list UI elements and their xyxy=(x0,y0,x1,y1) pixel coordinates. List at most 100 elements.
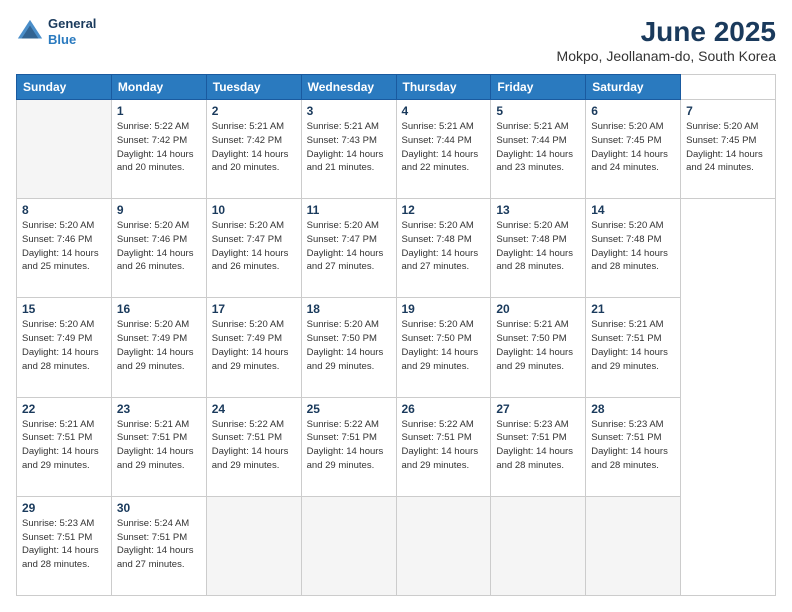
day-number: 9 xyxy=(117,203,201,217)
calendar-week-1: 1Sunrise: 5:22 AMSunset: 7:42 PMDaylight… xyxy=(17,100,776,199)
logo: General Blue xyxy=(16,16,96,47)
calendar-header-tuesday: Tuesday xyxy=(206,75,301,100)
day-number: 13 xyxy=(496,203,580,217)
calendar-cell: 6 Sunrise: 5:20 AMSunset: 7:45 PMDaylight… xyxy=(586,100,681,199)
calendar-cell: 19 Sunrise: 5:20 AMSunset: 7:50 PMDayligh… xyxy=(396,298,491,397)
calendar-cell: 26 Sunrise: 5:22 AMSunset: 7:51 PMDayligh… xyxy=(396,397,491,496)
calendar-cell: 16Sunrise: 5:20 AMSunset: 7:49 PMDayligh… xyxy=(111,298,206,397)
calendar-cell: 11 Sunrise: 5:20 AMSunset: 7:47 PMDayligh… xyxy=(301,199,396,298)
header: General Blue June 2025 Mokpo, Jeollanam-… xyxy=(16,16,776,64)
day-info: Sunrise: 5:20 AMSunset: 7:47 PMDaylight:… xyxy=(307,219,391,274)
day-number: 17 xyxy=(212,302,296,316)
subtitle: Mokpo, Jeollanam-do, South Korea xyxy=(557,48,776,64)
day-info: Sunrise: 5:21 AMSunset: 7:44 PMDaylight:… xyxy=(402,120,486,175)
day-number: 21 xyxy=(591,302,675,316)
calendar-cell: 28Sunrise: 5:23 AMSunset: 7:51 PMDayligh… xyxy=(586,397,681,496)
day-number: 30 xyxy=(117,501,201,515)
day-info: Sunrise: 5:22 AMSunset: 7:51 PMDaylight:… xyxy=(307,418,391,473)
day-number: 11 xyxy=(307,203,391,217)
day-number: 1 xyxy=(117,104,201,118)
day-number: 10 xyxy=(212,203,296,217)
day-number: 7 xyxy=(686,104,770,118)
day-info: Sunrise: 5:22 AMSunset: 7:51 PMDaylight:… xyxy=(402,418,486,473)
day-info: Sunrise: 5:20 AMSunset: 7:45 PMDaylight:… xyxy=(686,120,770,175)
calendar-header-friday: Friday xyxy=(491,75,586,100)
logo-icon xyxy=(16,18,44,46)
day-info: Sunrise: 5:20 AMSunset: 7:49 PMDaylight:… xyxy=(22,318,106,373)
calendar-cell: 24 Sunrise: 5:22 AMSunset: 7:51 PMDayligh… xyxy=(206,397,301,496)
calendar-week-5: 29 Sunrise: 5:23 AMSunset: 7:51 PMDayligh… xyxy=(17,496,776,595)
calendar-cell: 15 Sunrise: 5:20 AMSunset: 7:49 PMDayligh… xyxy=(17,298,112,397)
calendar-cell: 23Sunrise: 5:21 AMSunset: 7:51 PMDayligh… xyxy=(111,397,206,496)
day-number: 8 xyxy=(22,203,106,217)
calendar-cell: 25Sunrise: 5:22 AMSunset: 7:51 PMDayligh… xyxy=(301,397,396,496)
day-number: 20 xyxy=(496,302,580,316)
day-info: Sunrise: 5:21 AMSunset: 7:51 PMDaylight:… xyxy=(22,418,106,473)
day-number: 12 xyxy=(402,203,486,217)
day-info: Sunrise: 5:21 AMSunset: 7:42 PMDaylight:… xyxy=(212,120,296,175)
calendar-header-monday: Monday xyxy=(111,75,206,100)
calendar-header-sunday: Sunday xyxy=(17,75,112,100)
calendar-cell: 29 Sunrise: 5:23 AMSunset: 7:51 PMDayligh… xyxy=(17,496,112,595)
calendar-cell: 9 Sunrise: 5:20 AMSunset: 7:46 PMDaylight… xyxy=(111,199,206,298)
day-number: 28 xyxy=(591,402,675,416)
calendar-cell: 5Sunrise: 5:21 AMSunset: 7:44 PMDaylight… xyxy=(491,100,586,199)
day-number: 19 xyxy=(402,302,486,316)
calendar-week-3: 15 Sunrise: 5:20 AMSunset: 7:49 PMDayligh… xyxy=(17,298,776,397)
calendar-cell: 27Sunrise: 5:23 AMSunset: 7:51 PMDayligh… xyxy=(491,397,586,496)
day-info: Sunrise: 5:20 AMSunset: 7:46 PMDaylight:… xyxy=(117,219,201,274)
day-info: Sunrise: 5:21 AMSunset: 7:51 PMDaylight:… xyxy=(591,318,675,373)
day-info: Sunrise: 5:20 AMSunset: 7:50 PMDaylight:… xyxy=(307,318,391,373)
calendar-table: SundayMondayTuesdayWednesdayThursdayFrid… xyxy=(16,74,776,596)
calendar-cell: 4 Sunrise: 5:21 AMSunset: 7:44 PMDaylight… xyxy=(396,100,491,199)
calendar-cell: 21 Sunrise: 5:21 AMSunset: 7:51 PMDayligh… xyxy=(586,298,681,397)
day-number: 22 xyxy=(22,402,106,416)
calendar-cell: 12 Sunrise: 5:20 AMSunset: 7:48 PMDayligh… xyxy=(396,199,491,298)
calendar-cell: 7 Sunrise: 5:20 AMSunset: 7:45 PMDaylight… xyxy=(681,100,776,199)
calendar-cell xyxy=(491,496,586,595)
day-info: Sunrise: 5:21 AMSunset: 7:51 PMDaylight:… xyxy=(117,418,201,473)
calendar-cell xyxy=(586,496,681,595)
day-info: Sunrise: 5:20 AMSunset: 7:48 PMDaylight:… xyxy=(591,219,675,274)
day-info: Sunrise: 5:20 AMSunset: 7:48 PMDaylight:… xyxy=(496,219,580,274)
calendar-cell xyxy=(17,100,112,199)
day-info: Sunrise: 5:21 AMSunset: 7:50 PMDaylight:… xyxy=(496,318,580,373)
day-number: 18 xyxy=(307,302,391,316)
day-info: Sunrise: 5:20 AMSunset: 7:49 PMDaylight:… xyxy=(212,318,296,373)
day-number: 6 xyxy=(591,104,675,118)
day-number: 16 xyxy=(117,302,201,316)
day-number: 15 xyxy=(22,302,106,316)
day-number: 4 xyxy=(402,104,486,118)
calendar-week-4: 22 Sunrise: 5:21 AMSunset: 7:51 PMDayligh… xyxy=(17,397,776,496)
day-info: Sunrise: 5:21 AMSunset: 7:43 PMDaylight:… xyxy=(307,120,391,175)
day-info: Sunrise: 5:23 AMSunset: 7:51 PMDaylight:… xyxy=(496,418,580,473)
calendar-cell: 1Sunrise: 5:22 AMSunset: 7:42 PMDaylight… xyxy=(111,100,206,199)
day-number: 29 xyxy=(22,501,106,515)
day-info: Sunrise: 5:20 AMSunset: 7:46 PMDaylight:… xyxy=(22,219,106,274)
calendar-cell: 14 Sunrise: 5:20 AMSunset: 7:48 PMDayligh… xyxy=(586,199,681,298)
calendar-cell: 30 Sunrise: 5:24 AMSunset: 7:51 PMDayligh… xyxy=(111,496,206,595)
calendar-cell: 3Sunrise: 5:21 AMSunset: 7:43 PMDaylight… xyxy=(301,100,396,199)
calendar-cell xyxy=(396,496,491,595)
day-number: 2 xyxy=(212,104,296,118)
day-info: Sunrise: 5:23 AMSunset: 7:51 PMDaylight:… xyxy=(22,517,106,572)
day-info: Sunrise: 5:20 AMSunset: 7:45 PMDaylight:… xyxy=(591,120,675,175)
day-info: Sunrise: 5:22 AMSunset: 7:51 PMDaylight:… xyxy=(212,418,296,473)
calendar-header-wednesday: Wednesday xyxy=(301,75,396,100)
calendar-cell: 13 Sunrise: 5:20 AMSunset: 7:48 PMDayligh… xyxy=(491,199,586,298)
calendar-cell: 18 Sunrise: 5:20 AMSunset: 7:50 PMDayligh… xyxy=(301,298,396,397)
calendar-header-saturday: Saturday xyxy=(586,75,681,100)
calendar-week-2: 8 Sunrise: 5:20 AMSunset: 7:46 PMDaylight… xyxy=(17,199,776,298)
calendar-cell: 2 Sunrise: 5:21 AMSunset: 7:42 PMDaylight… xyxy=(206,100,301,199)
day-info: Sunrise: 5:24 AMSunset: 7:51 PMDaylight:… xyxy=(117,517,201,572)
main-title: June 2025 xyxy=(557,16,776,48)
day-number: 14 xyxy=(591,203,675,217)
calendar-cell: 20 Sunrise: 5:21 AMSunset: 7:50 PMDayligh… xyxy=(491,298,586,397)
calendar-cell xyxy=(301,496,396,595)
day-number: 24 xyxy=(212,402,296,416)
day-info: Sunrise: 5:20 AMSunset: 7:47 PMDaylight:… xyxy=(212,219,296,274)
day-info: Sunrise: 5:21 AMSunset: 7:44 PMDaylight:… xyxy=(496,120,580,175)
day-number: 26 xyxy=(402,402,486,416)
day-info: Sunrise: 5:20 AMSunset: 7:50 PMDaylight:… xyxy=(402,318,486,373)
day-info: Sunrise: 5:20 AMSunset: 7:48 PMDaylight:… xyxy=(402,219,486,274)
